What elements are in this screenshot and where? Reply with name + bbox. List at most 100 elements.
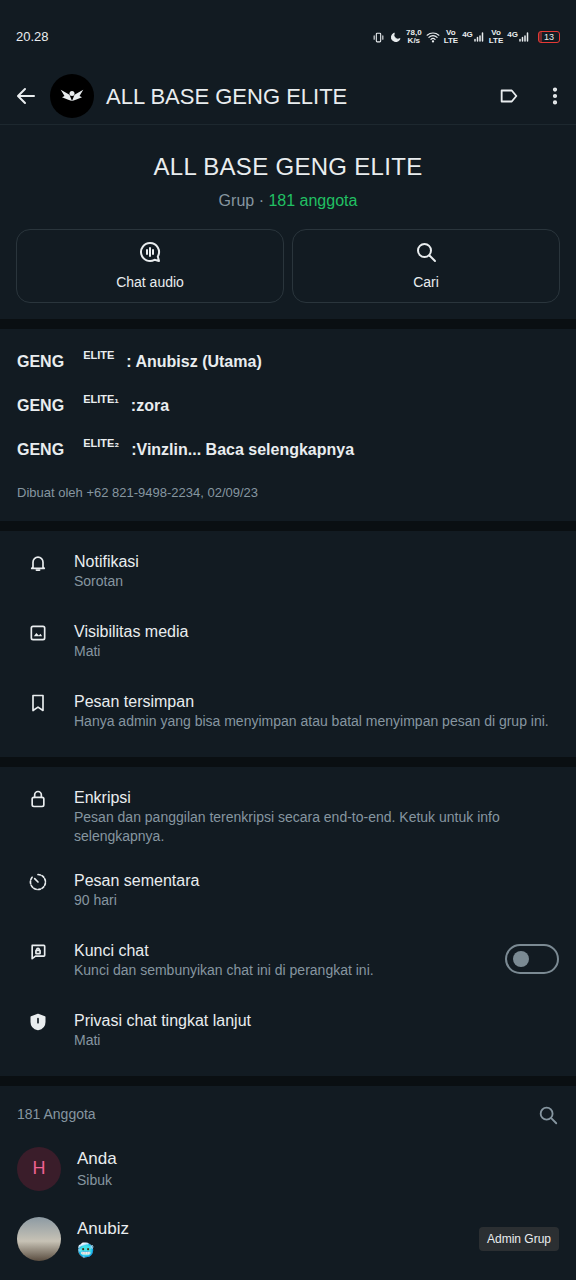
members-count: 181 Anggota [17,1104,96,1125]
battery-text: 13 [544,32,554,42]
settings-group: EnkripsiPesan dan panggilan terenkripsi … [0,767,576,1076]
shield-icon [28,1012,48,1032]
member-avatar[interactable]: H [17,1147,61,1191]
image-icon [28,623,48,643]
icon-cell [28,787,74,816]
icon-cell [28,691,74,720]
chat-lock-toggle[interactable] [505,944,559,974]
settings-text: Kunci chatKunci dan sembunyikan chat ini… [74,940,489,980]
settings-item[interactable]: Pesan sementara90 hari [0,858,576,928]
action-buttons: Chat audio Cari [0,229,576,303]
settings-title: Pesan sementara [74,870,559,891]
member-text: AndaSibuk [77,1148,559,1190]
lock-icon [28,789,48,809]
settings-text: Pesan tersimpanHanya admin yang bisa men… [74,691,559,731]
members-header: 181 Anggota [0,1086,576,1134]
volte-voice: Vo [491,29,501,37]
icon-cell [28,621,74,650]
wings-logo-icon [57,81,87,111]
volte-voice: Vo [446,29,456,37]
battery-fill [539,32,542,42]
member-row[interactable] [0,1274,576,1280]
action-label: Chat audio [116,272,184,293]
more-icon[interactable] [544,85,566,107]
members-section: 181 Anggota H AndaSibuk Anubiz🥶Admin Grup [0,1086,576,1280]
description-line: GENG ELITE₂ :Vinzlin... Baca selengkapnya [17,439,559,462]
status-bar: 20.2878,0K/sVoLTE4GVoLTE4G13 [0,0,576,74]
signal-gen: 4G [507,31,518,39]
settings-title: Notifikasi [74,551,559,572]
net-speed-value: 78,0 [406,29,422,37]
signal-icon [473,31,485,43]
icon-cell [28,1010,74,1039]
member-text: Anubiz🥶 [77,1218,463,1260]
signal: 4G [507,31,530,43]
clock: 20.28 [16,27,49,47]
net-speed: 78,0K/s [406,29,422,45]
separator [0,521,576,531]
wifi-icon [426,30,440,44]
description-line: GENGELITE: Anubisz (Utama) [17,351,559,374]
description-text: :Vinzlin... [131,441,201,458]
member-status: 🥶 [77,1240,463,1260]
audio-chat-button[interactable]: Chat audio [16,229,284,303]
signal-icon [518,31,530,43]
bell-icon [28,553,48,573]
audio-chat-icon [138,240,162,264]
back-arrow-icon[interactable] [14,84,38,108]
settings-subtitle: 90 hari [74,891,559,910]
settings-subtitle: Mati [74,1031,559,1050]
settings-subtitle: Pesan dan panggilan terenkripsi secara e… [74,808,559,846]
settings-subtitle: Sorotan [74,572,559,591]
settings-subtitle: Hanya admin yang bisa menyimpan atau bat… [74,712,559,731]
avatar-initial: H [33,1155,46,1182]
chat-lock-icon [28,942,48,962]
settings-title: Kunci chat [74,940,489,961]
description-text: :zora [131,397,169,414]
description-prefix: GENG [17,441,64,458]
bookmark-icon [28,693,48,713]
search-icon[interactable] [537,1104,559,1126]
description-sup: ELITE₂ [83,437,119,449]
description-sup: ELITE₁ [83,393,119,405]
settings-item[interactable]: NotifikasiSorotan [0,539,576,609]
toggle-knob [513,951,529,967]
settings-item[interactable]: Kunci chatKunci dan sembunyikan chat ini… [0,928,576,998]
group-type: Grup · [219,192,264,209]
settings-title: Privasi chat tingkat lanjut [74,1010,559,1031]
settings-group: NotifikasiSorotan Visibilitas mediaMati Pe… [0,531,576,757]
signal: 4G [462,31,485,43]
read-more-link[interactable]: Baca selengkapnya [206,441,355,458]
net-speed-unit: K/s [408,37,420,45]
group-avatar[interactable] [50,74,94,118]
settings-item[interactable]: EnkripsiPesan dan panggilan terenkripsi … [0,775,576,858]
label-icon[interactable] [498,85,520,107]
description-prefix: GENG [17,353,64,370]
group-description[interactable]: GENGELITE: Anubisz (Utama)GENGELITE₁:zor… [0,329,576,521]
group-name: ALL BASE GENG ELITE [0,149,576,185]
settings-text: Privasi chat tingkat lanjutMati [74,1010,559,1050]
volte: VoLTE [444,29,459,45]
settings-item[interactable]: Privasi chat tingkat lanjutMati [0,998,576,1068]
settings-text: Visibilitas mediaMati [74,621,559,661]
settings-title: Visibilitas media [74,621,559,642]
volte-tech: LTE [489,37,504,45]
member-name: Anubiz [77,1218,463,1240]
settings-item[interactable]: Pesan tersimpanHanya admin yang bisa men… [0,679,576,749]
group-subtitle: Grup · 181 anggota [0,189,576,213]
member-avatar[interactable] [17,1217,61,1261]
icon-cell [28,870,74,899]
description-line: GENG ELITE₁ :zora [17,395,559,418]
settings-item[interactable]: Visibilitas mediaMati [0,609,576,679]
member-count[interactable]: 181 anggota [268,192,357,209]
member-row[interactable]: Anubiz🥶Admin Grup [0,1204,576,1274]
member-row[interactable]: H AndaSibuk [0,1134,576,1204]
volte: VoLTE [489,29,504,45]
separator [0,1076,576,1086]
icon-cell [28,551,74,580]
settings-subtitle: Mati [74,642,559,661]
search-button[interactable]: Cari [292,229,560,303]
status-icons: 78,0K/sVoLTE4GVoLTE4G13 [372,29,560,45]
description-prefix: GENG [17,397,64,414]
member-name: Anda [77,1148,559,1170]
